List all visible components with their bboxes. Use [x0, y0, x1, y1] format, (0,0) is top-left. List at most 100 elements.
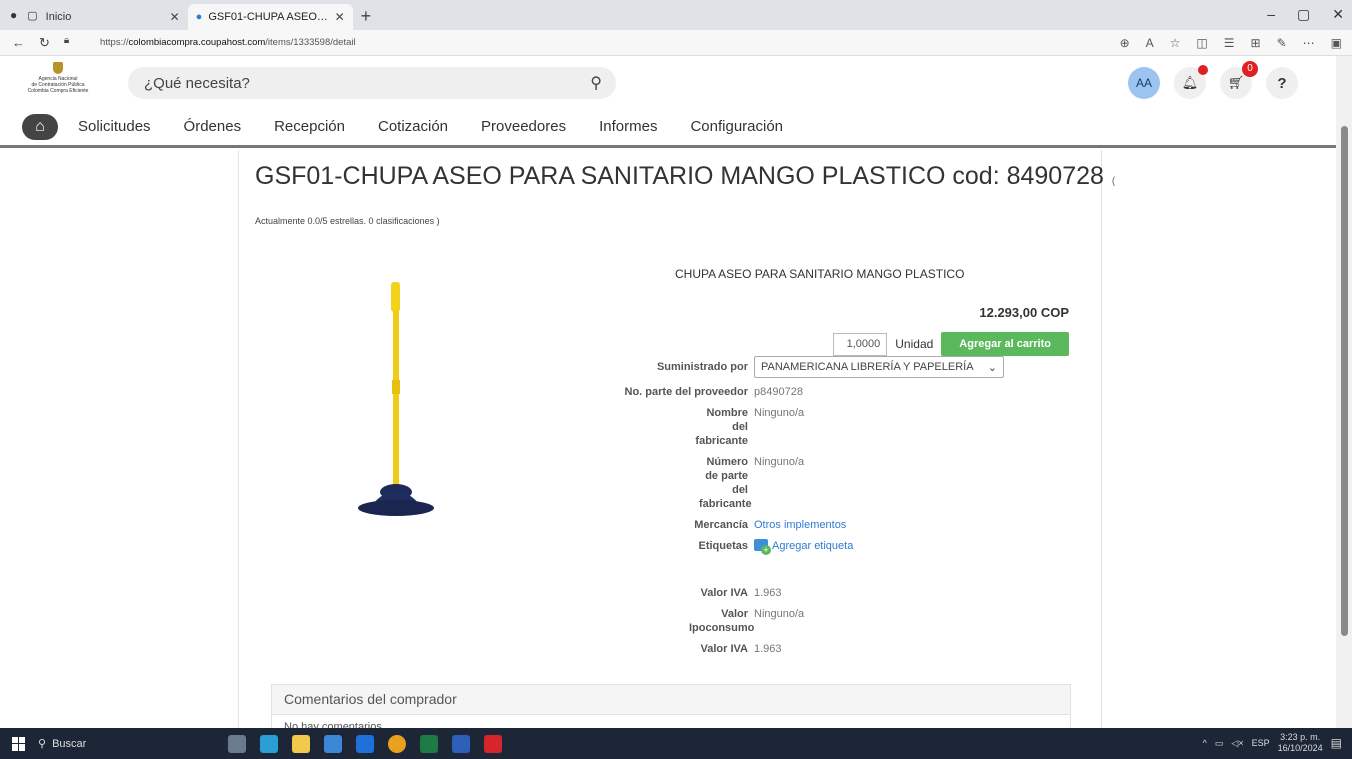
tab-title: Inicio	[45, 11, 72, 23]
agency-logo[interactable]: Agencia Nacional de Contratación Pública…	[18, 62, 98, 102]
nav-ordenes[interactable]: Órdenes	[184, 118, 242, 135]
volume-icon[interactable]: ◁×	[1231, 738, 1243, 749]
taskbar-apps	[228, 734, 502, 753]
browser-tab-inicio[interactable]: Inicio ✕	[38, 4, 188, 30]
attr-label: Nombre del fabricante	[695, 407, 748, 447]
lock-icon[interactable]: 🔒︎	[64, 35, 69, 51]
collections-icon[interactable]: ⊞	[1251, 36, 1261, 50]
nav-informes[interactable]: Informes	[599, 118, 657, 135]
task-view-icon[interactable]	[228, 734, 246, 753]
search-input[interactable]: ¿Qué necesita? ⚲	[128, 67, 616, 99]
clock[interactable]: 3:23 p. m. 16/10/2024	[1278, 732, 1323, 754]
attr-label: Etiquetas	[698, 540, 748, 552]
chrome-icon[interactable]	[388, 734, 406, 753]
window-controls: – ▢ ✕	[1267, 6, 1344, 23]
attr-row-maker-name: Nombre del fabricante Ninguno/a	[539, 406, 1059, 448]
url-path: /items/1333598/detail	[265, 37, 356, 48]
browser-tab-bar: ● ▢ Inicio ✕ ● GSF01-CHUPA ASEO PARA SAN…	[0, 0, 1352, 30]
product-detail-panel: GSF01-CHUPA ASEO PARA SANITARIO MANGO PL…	[238, 150, 1115, 730]
browser-tab-product[interactable]: ● GSF01-CHUPA ASEO PARA SANITA ✕	[187, 4, 353, 30]
nav-solicitudes[interactable]: Solicitudes	[78, 118, 151, 135]
product-price: 12.293,00 COP	[979, 305, 1069, 320]
taskbar-search[interactable]: ⚲ Buscar	[38, 737, 158, 751]
attr-label: No. parte del proveedor	[624, 386, 748, 398]
avatar[interactable]: AA	[1128, 67, 1160, 99]
more-menu-icon[interactable]: ⋯	[1303, 36, 1315, 50]
close-tab-icon[interactable]: ✕	[335, 10, 345, 24]
refresh-icon[interactable]: ↻	[39, 35, 50, 51]
attr-row-maker-part: Número de parte del fabricante Ninguno/a	[539, 455, 1059, 511]
add-tag-link[interactable]: Agregar etiqueta	[754, 539, 853, 555]
logo-line: Colombia Compra Eficiente	[27, 88, 89, 94]
buyer-comments-panel: Comentarios del comprador No hay comenta…	[271, 684, 1071, 730]
tray-chevron-icon[interactable]: ^	[1203, 738, 1207, 748]
nav-proveedores[interactable]: Proveedores	[481, 118, 566, 135]
nav-buttons: ← ↻ 🔒︎	[12, 35, 92, 51]
back-arrow-icon[interactable]: ←	[12, 35, 25, 51]
url-prefix: https://	[100, 37, 129, 48]
title-paren: (	[1111, 176, 1116, 187]
nav-configuracion[interactable]: Configuración	[690, 118, 783, 135]
close-tab-icon[interactable]: ✕	[170, 10, 180, 24]
attr-value: Ninguno/a	[754, 608, 805, 620]
nav-cotizacion[interactable]: Cotización	[378, 118, 448, 135]
attr-row-tags: Etiquetas Agregar etiqueta	[539, 539, 1059, 555]
extensions-icon[interactable]: ✎	[1277, 36, 1287, 50]
minimize-button[interactable]: –	[1267, 6, 1275, 23]
tab-title: GSF01-CHUPA ASEO PARA SANITA	[208, 11, 328, 23]
search-icon[interactable]: ⚲	[590, 73, 602, 93]
tab-actions-icon[interactable]: ▢	[27, 9, 37, 22]
rating-text: Actualmente 0.0/5 estrellas. 0 clasifica…	[255, 216, 440, 226]
supplier-value: PANAMERICANA LIBRERÍA Y PAPELERÍA	[761, 361, 974, 373]
commodity-link[interactable]: Otros implementos	[754, 518, 846, 532]
sidebar-toggle-icon[interactable]: ▣	[1331, 36, 1342, 50]
favorite-star-icon[interactable]: ☆	[1170, 36, 1181, 50]
attr-label: Valor IVA	[700, 643, 748, 655]
attr-label: Suministrado por	[656, 361, 748, 373]
crest-icon	[53, 62, 63, 74]
acrobat-icon[interactable]	[484, 734, 502, 753]
nav-recepcion[interactable]: Recepción	[274, 118, 345, 135]
search-icon: ⚲	[38, 738, 47, 750]
product-attributes: Suministrado por PANAMERICANA LIBRERÍA Y…	[539, 356, 1059, 663]
quantity-input[interactable]: 1,0000	[833, 332, 888, 356]
attr-label: Número de parte del fabricante	[699, 456, 752, 510]
language-indicator[interactable]: ESP	[1252, 738, 1270, 748]
split-screen-icon[interactable]: ◫	[1196, 36, 1207, 50]
windows-taskbar: ⚲ Buscar ^ ▭ ◁× ESP 3:23 p. m. 16/10/2024 …	[0, 728, 1352, 759]
notification-center-icon[interactable]: ▤	[1331, 736, 1342, 750]
page-scrollbar[interactable]	[1336, 56, 1352, 728]
chevron-down-icon: ⌄	[987, 361, 997, 374]
excel-icon[interactable]	[420, 734, 438, 753]
address-bar: ← ↻ 🔒︎ https://colombiacompra.coupahost.…	[0, 30, 1352, 56]
add-to-cart-button[interactable]: Agregar al carrito	[941, 332, 1069, 356]
file-explorer-icon[interactable]	[292, 734, 310, 753]
read-aloud-icon[interactable]: A	[1146, 36, 1154, 50]
restore-button[interactable]: ▢	[1297, 6, 1310, 23]
clock-time: 3:23 p. m.	[1280, 732, 1321, 742]
network-icon[interactable]: ▭	[1215, 738, 1224, 749]
edge-icon[interactable]	[260, 734, 278, 753]
attr-label: Mercancía	[694, 519, 748, 531]
zoom-icon[interactable]: ⊕	[1120, 36, 1130, 50]
new-tab-button[interactable]: +	[361, 4, 372, 30]
windows-start-icon[interactable]	[12, 736, 26, 751]
supplier-select[interactable]: PANAMERICANA LIBRERÍA Y PAPELERÍA ⌄	[754, 356, 1004, 378]
url-host: colombiacompra.coupahost.com	[128, 37, 266, 48]
attr-label: Valor Ipoconsumo	[689, 608, 755, 634]
mail-icon[interactable]	[356, 734, 374, 753]
attr-value: Ninguno/a	[754, 456, 805, 468]
tab-strip-controls: ● ▢	[0, 0, 38, 30]
word-icon[interactable]	[452, 734, 470, 753]
cart-icon[interactable]: 🛒︎ 0	[1220, 61, 1258, 99]
scrollbar-thumb[interactable]	[1341, 126, 1348, 636]
url-field[interactable]: https://colombiacompra.coupahost.com/ite…	[100, 37, 356, 48]
help-button[interactable]: ?	[1266, 67, 1298, 99]
notifications-bell-icon[interactable]: 🔔︎	[1174, 65, 1208, 99]
profile-icon[interactable]: ●	[10, 8, 17, 22]
taskbar-search-label: Buscar	[52, 737, 87, 750]
home-icon[interactable]: ⌂	[22, 113, 58, 140]
store-icon[interactable]	[324, 734, 342, 753]
close-window-button[interactable]: ✕	[1332, 6, 1344, 23]
favorites-list-icon[interactable]: ☰	[1224, 36, 1235, 50]
